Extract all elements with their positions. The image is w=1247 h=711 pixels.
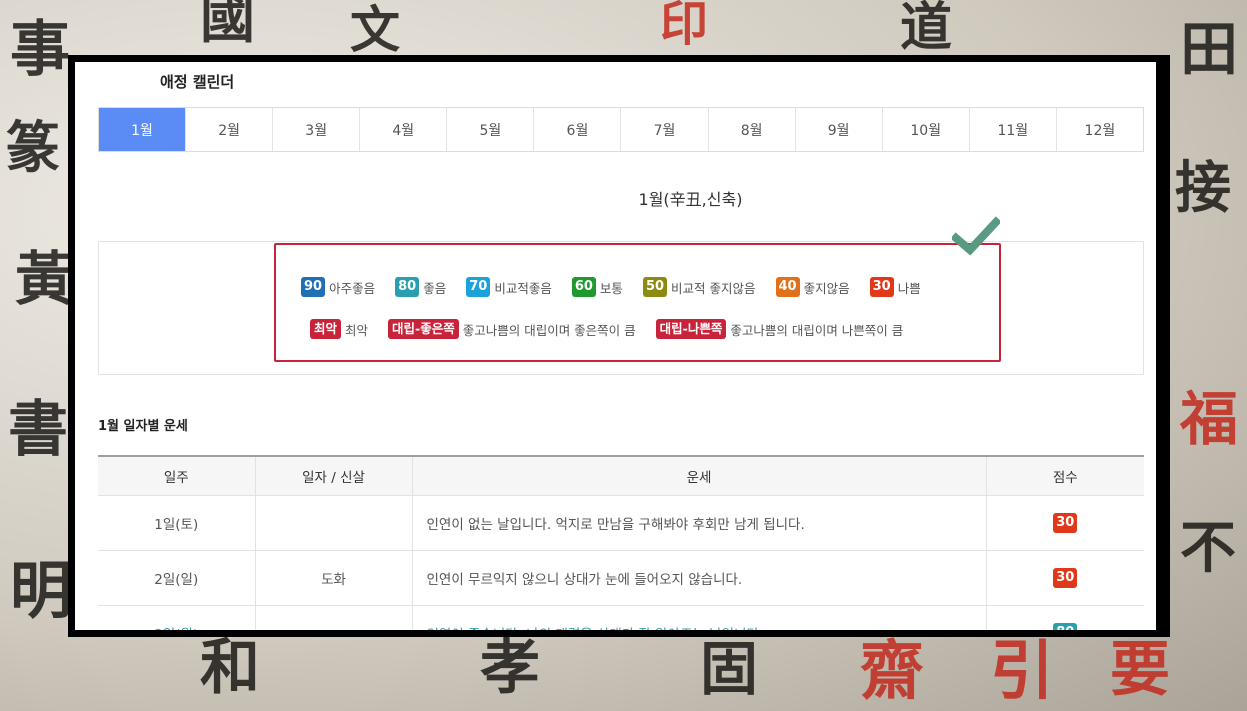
month-tab[interactable]: 10월 xyxy=(883,108,970,151)
legend-label: 좋지않음 xyxy=(803,280,850,296)
status-badge: 대립-좋은쪽 xyxy=(388,319,459,339)
day-cell: 3일(월) xyxy=(98,605,256,630)
legend-item: 80 좋음 xyxy=(395,277,446,297)
legend-label: 비교적좋음 xyxy=(494,280,552,296)
month-tab[interactable]: 11월 xyxy=(970,108,1057,151)
score-badge: 30 xyxy=(1053,568,1078,588)
fortune-table: 일주 일자 / 신살 운세 점수 1일(토) 인연이 없는 날입니다. 억지로 만… xyxy=(98,455,1144,630)
score-badge: 90 xyxy=(301,277,326,297)
legend-highlight-border xyxy=(274,243,1001,362)
month-tab[interactable]: 1월 xyxy=(99,108,187,151)
score-badge: 60 xyxy=(571,277,596,297)
score-badge: 80 xyxy=(1053,623,1078,630)
legend-label: 좋음 xyxy=(423,280,447,296)
legend-item: 최악 최악 xyxy=(310,319,368,339)
score-cell: 80 xyxy=(986,605,1144,630)
check-icon xyxy=(952,216,1000,256)
score-cell: 30 xyxy=(986,550,1144,606)
month-tab[interactable]: 5월 xyxy=(447,108,535,151)
month-tab[interactable]: 3월 xyxy=(273,108,361,151)
fortune-cell: 인연이 없는 날입니다. 억지로 만남을 구해봐야 후회만 남게 됩니다. xyxy=(412,495,987,551)
fortune-cell: 인연이 무르익지 않으니 상대가 눈에 들어오지 않습니다. xyxy=(412,550,987,606)
legend-label: 좋고나쁨의 대립이며 좋은쪽이 큼 xyxy=(462,322,636,338)
day-cell: 2일(일) xyxy=(98,550,256,606)
month-tab[interactable]: 8월 xyxy=(709,108,796,151)
score-badge: 40 xyxy=(775,277,800,297)
header-fortune: 운세 xyxy=(412,455,987,496)
legend-item: 대립-좋은쪽 좋고나쁨의 대립이며 좋은쪽이 큼 xyxy=(388,319,636,339)
score-badge: 30 xyxy=(1053,513,1078,533)
legend-item: 50 비교적 좋지않음 xyxy=(642,277,756,297)
month-tab[interactable]: 2월 xyxy=(186,108,274,151)
score-badge: 30 xyxy=(869,277,894,297)
legend-label: 좋고나쁨의 대립이며 나쁜쪽이 큼 xyxy=(730,322,904,338)
month-tab[interactable]: 7월 xyxy=(621,108,709,151)
legend-item: 90 아주좋음 xyxy=(301,277,375,297)
legend-item: 70 비교적좋음 xyxy=(466,277,552,297)
table-row[interactable]: 2일(일) 도화 인연이 무르익지 않으니 상대가 눈에 들어오지 않습니다. 30 xyxy=(98,550,1144,606)
legend-label: 비교적 좋지않음 xyxy=(671,280,756,296)
month-heading: 1월(辛丑,신축) xyxy=(638,190,743,209)
month-tab[interactable]: 4월 xyxy=(360,108,448,151)
month-tabs: 1월 2월 3월 4월 5월 6월 7월 8월 9월 10월 11월 12월 xyxy=(98,107,1144,152)
month-tab[interactable]: 12월 xyxy=(1057,108,1143,151)
header-sinsal: 일자 / 신살 xyxy=(255,455,413,496)
fortune-cell: 인연이 좋습니다. 나의 매력을 상대가 잘 알아주는 날입니다. xyxy=(412,605,987,630)
sinsal-cell xyxy=(255,495,413,551)
section-title: 1월 일자별 운세 xyxy=(98,419,188,434)
sinsal-cell xyxy=(255,605,413,630)
legend-item: 30 나쁨 xyxy=(869,277,921,297)
table-header-row: 일주 일자 / 신살 운세 점수 xyxy=(98,455,1144,496)
legend-item: 대립-나쁜쪽 좋고나쁨의 대립이며 나쁜쪽이 큼 xyxy=(655,319,904,339)
month-tab[interactable]: 9월 xyxy=(796,108,883,151)
legend-item: 40 좋지않음 xyxy=(775,277,850,297)
page-title: 애정 캘린더 xyxy=(160,73,235,91)
legend-score-row: 90 아주좋음 80 좋음 70 비교적좋음 60 보통 50 비교적 좋지않음 40 좋지않음 30 나… xyxy=(301,277,941,297)
legend-label: 최악 xyxy=(345,322,369,338)
status-badge: 대립-나쁜쪽 xyxy=(655,319,727,339)
legend-item: 60 보통 xyxy=(571,277,623,297)
day-cell: 1일(토) xyxy=(98,495,256,551)
header-day: 일주 xyxy=(98,455,256,496)
table-row[interactable]: 1일(토) 인연이 없는 날입니다. 억지로 만남을 구해봐야 후회만 남게 됩니… xyxy=(98,495,1144,551)
score-badge: 70 xyxy=(466,277,491,297)
score-badge: 50 xyxy=(642,277,668,297)
legend-label: 아주좋음 xyxy=(329,280,376,296)
legend-label: 나쁨 xyxy=(897,280,921,296)
calendar-page: 애정 캘린더 1월 2월 3월 4월 5월 6월 7월 8월 9월 10월 11월 12월 1월(辛丑… xyxy=(75,62,1156,630)
table-row[interactable]: 3일(월) 인연이 좋습니다. 나의 매력을 상대가 잘 알아주는 날입니다. 80 xyxy=(98,605,1144,630)
header-score: 점수 xyxy=(986,455,1144,496)
score-badge: 80 xyxy=(395,277,420,297)
status-badge: 최악 xyxy=(310,319,342,339)
score-cell: 30 xyxy=(986,495,1144,551)
legend-special-row: 최악 최악 대립-좋은쪽 좋고나쁨의 대립이며 좋은쪽이 큼 대립-나쁜쪽 좋고나쁨의 대… xyxy=(310,319,923,339)
sinsal-cell: 도화 xyxy=(255,550,413,606)
legend-label: 보통 xyxy=(599,280,623,296)
month-tab[interactable]: 6월 xyxy=(534,108,622,151)
